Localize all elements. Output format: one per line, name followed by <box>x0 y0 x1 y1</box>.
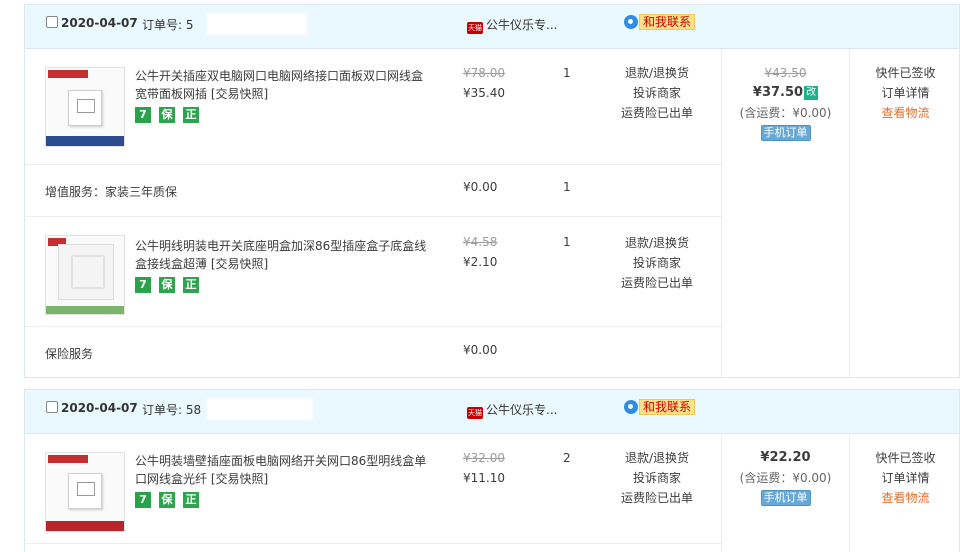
item-operations: 退款/退换货 投诉商家 运费险已出单 <box>595 63 719 123</box>
product-title: 公牛明装墙壁插座面板电脑网络开关网口86型明线盒单口网线盒光纤 [交易快照] <box>135 452 427 488</box>
refund-return-link[interactable]: 退款/退换货 <box>595 448 719 468</box>
mobile-order-badge: 手机订单 <box>760 490 811 506</box>
unit-price: ¥2.10 <box>463 255 498 269</box>
refund-return-link[interactable]: 退款/退换货 <box>595 233 719 253</box>
unit-price: ¥35.40 <box>463 86 505 100</box>
order-number: 订单号: 5 <box>142 18 194 32</box>
order-number-redaction <box>207 398 313 420</box>
product-thumbnail[interactable] <box>45 67 125 147</box>
service-price: ¥0.00 <box>463 180 498 194</box>
order-item-row: 公牛明装墙壁插座面板电脑网络开关网口86型明线盒单口网线盒光纤 [交易快照] 7… <box>25 434 721 544</box>
guarantee-icon[interactable]: 保 <box>159 107 175 123</box>
trade-snapshot-link[interactable]: [交易快照] <box>211 257 268 271</box>
tmall-icon: 天猫 <box>467 407 483 419</box>
order-status-cell: 快件已签收 订单详情 查看物流 <box>849 49 960 379</box>
order-item-row: 公牛开关插座双电脑网口电脑网络接口面板双口网线盒宽带面板网插 [交易快照] 7保… <box>25 49 721 165</box>
unit-price: ¥11.10 <box>463 471 505 485</box>
order-card: 2020-04-07 订单号: 58 天猫 公牛仪乐专... 和我联系 公牛明装墙… <box>24 389 960 552</box>
service-label: 保险服务 <box>45 347 94 361</box>
order-total-amount: ¥37.50 改 <box>752 85 819 100</box>
shipping-insurance-link[interactable]: 运费险已出单 <box>595 103 719 123</box>
item-operations: 退款/退换货 投诉商家 运费险已出单 <box>595 448 719 508</box>
order-card: 2020-04-07 订单号: 5 天猫 公牛仪乐专... 和我联系 公牛开关插座… <box>24 4 960 379</box>
order-header: 2020-04-07 订单号: 5 天猫 公牛仪乐专... 和我联系 <box>25 5 959 49</box>
order-item-row: 公牛明线明装电开关底座明盒加深86型插座盒子底盒线盒接线盒超薄 [交易快照] 7… <box>25 217 721 327</box>
item-operations: 退款/退换货 投诉商家 运费险已出单 <box>595 233 719 293</box>
delivery-status: 快件已签收 <box>875 66 936 80</box>
authentic-icon[interactable]: 正 <box>183 277 199 293</box>
service-quantity: 1 <box>563 180 571 194</box>
original-price: ¥32.00 <box>463 451 505 465</box>
complain-seller-link[interactable]: 投诉商家 <box>595 468 719 488</box>
quantity: 1 <box>563 235 571 249</box>
seven-day-return-icon[interactable]: 7 <box>135 277 151 293</box>
service-badges: 7保正 <box>135 107 207 123</box>
seven-day-return-icon[interactable]: 7 <box>135 492 151 508</box>
service-badges: 7保正 <box>135 277 207 293</box>
shipping-included: (含运费：¥0.00) <box>739 471 832 485</box>
order-details-link[interactable]: 订单详情 <box>850 83 960 103</box>
mobile-order-badge: 手机订单 <box>760 125 811 141</box>
order-header: 2020-04-07 订单号: 58 天猫 公牛仪乐专... 和我联系 <box>25 390 959 434</box>
price-modified-icon: 改 <box>804 86 819 100</box>
product-title: 公牛开关插座双电脑网口电脑网络接口面板双口网线盒宽带面板网插 [交易快照] <box>135 67 427 103</box>
order-number-redaction <box>207 13 307 35</box>
order-original-total: ¥43.50 <box>764 66 807 80</box>
delivery-status: 快件已签收 <box>875 451 936 465</box>
order-total-amount: ¥22.20 <box>760 450 811 465</box>
product-title: 公牛明线明装电开关底座明盒加深86型插座盒子底盒线盒接线盒超薄 [交易快照] <box>135 237 427 273</box>
product-title-link[interactable]: 公牛明装墙壁插座面板电脑网络开关网口86型明线盒单口网线盒光纤 <box>135 454 426 486</box>
service-price: ¥0.00 <box>463 343 498 357</box>
tmall-icon: 天猫 <box>467 22 483 34</box>
order-select-checkbox[interactable] <box>46 16 58 28</box>
product-title-link[interactable]: 公牛明线明装电开关底座明盒加深86型插座盒子底盒线盒接线盒超薄 <box>135 239 426 271</box>
order-select-checkbox[interactable] <box>46 401 58 413</box>
service-badges: 7保正 <box>135 492 207 508</box>
order-number: 订单号: 58 <box>142 403 202 417</box>
value-added-service-row: 增值服务：家装三年质保 ¥0.00 1 <box>25 165 721 217</box>
authentic-icon[interactable]: 正 <box>183 107 199 123</box>
product-thumbnail[interactable] <box>45 235 125 315</box>
view-logistics-link[interactable]: 查看物流 <box>850 488 960 508</box>
complain-seller-link[interactable]: 投诉商家 <box>595 83 719 103</box>
authentic-icon[interactable]: 正 <box>183 492 199 508</box>
service-label: 增值服务：家装三年质保 <box>45 185 178 199</box>
contact-seller-button[interactable]: 和我联系 <box>624 399 696 415</box>
product-title-link[interactable]: 公牛开关插座双电脑网口电脑网络接口面板双口网线盒宽带面板网插 <box>135 69 423 101</box>
order-total-cell: ¥43.50 ¥37.50 改 (含运费：¥0.00) 手机订单 <box>721 49 849 379</box>
guarantee-icon[interactable]: 保 <box>159 492 175 508</box>
order-date: 2020-04-07 <box>61 16 138 30</box>
quantity: 1 <box>563 66 571 80</box>
refund-return-link[interactable]: 退款/退换货 <box>595 63 719 83</box>
wangwang-icon <box>624 400 638 414</box>
shipping-included: (含运费：¥0.00) <box>739 106 832 120</box>
trade-snapshot-link[interactable]: [交易快照] <box>211 472 268 486</box>
original-price: ¥78.00 <box>463 66 505 80</box>
order-total-cell: ¥22.20 (含运费：¥0.00) 手机订单 <box>721 434 849 552</box>
insurance-service-row: 保险服务 ¥0.00 <box>25 327 721 379</box>
view-logistics-link[interactable]: 查看物流 <box>850 103 960 123</box>
complain-seller-link[interactable]: 投诉商家 <box>595 253 719 273</box>
contact-seller-label: 和我联系 <box>639 399 696 415</box>
order-status-cell: 快件已签收 订单详情 查看物流 <box>849 434 960 552</box>
order-details-link[interactable]: 订单详情 <box>850 468 960 488</box>
contact-seller-button[interactable]: 和我联系 <box>624 14 696 30</box>
quantity: 2 <box>563 451 571 465</box>
contact-seller-label: 和我联系 <box>639 14 696 30</box>
shipping-insurance-link[interactable]: 运费险已出单 <box>595 273 719 293</box>
guarantee-icon[interactable]: 保 <box>159 277 175 293</box>
trade-snapshot-link[interactable]: [交易快照] <box>211 87 268 101</box>
shop-link[interactable]: 天猫 公牛仪乐专... <box>467 401 557 419</box>
seven-day-return-icon[interactable]: 7 <box>135 107 151 123</box>
shop-link[interactable]: 天猫 公牛仪乐专... <box>467 16 557 34</box>
wangwang-icon <box>624 15 638 29</box>
order-date: 2020-04-07 <box>61 401 138 415</box>
shop-name: 公牛仪乐专... <box>486 403 558 417</box>
shipping-insurance-link[interactable]: 运费险已出单 <box>595 488 719 508</box>
original-price: ¥4.58 <box>463 235 498 249</box>
product-thumbnail[interactable] <box>45 452 125 532</box>
shop-name: 公牛仪乐专... <box>486 18 558 32</box>
